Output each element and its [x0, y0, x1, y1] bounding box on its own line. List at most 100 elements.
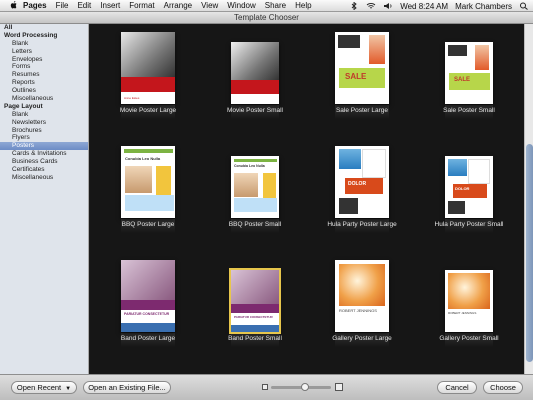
- menu-help[interactable]: Help: [295, 0, 311, 12]
- menu-window[interactable]: Window: [227, 0, 255, 12]
- menu-view[interactable]: View: [201, 0, 218, 12]
- open-recent-button[interactable]: Open Recent ▼: [11, 381, 77, 394]
- template-thumbnail[interactable]: SALE: [445, 42, 493, 104]
- sidebar-category-header[interactable]: All: [0, 24, 88, 32]
- sidebar-item[interactable]: Letters: [0, 48, 88, 56]
- sidebar-item[interactable]: Blank: [0, 111, 88, 119]
- template-thumbnail[interactable]: PARIATUR CONSECTETUR: [229, 268, 281, 334]
- poster-text: ROBERT JENNINGS: [339, 307, 377, 313]
- sidebar-item[interactable]: Resumes: [0, 71, 88, 79]
- large-thumbnail-icon[interactable]: [335, 383, 343, 391]
- template-thumbnail[interactable]: Conubia Leo Nulla: [121, 146, 175, 218]
- sidebar-item[interactable]: Forms: [0, 63, 88, 71]
- choose-button[interactable]: Choose: [483, 381, 523, 394]
- cancel-button[interactable]: Cancel: [437, 381, 477, 394]
- bluetooth-icon[interactable]: [349, 2, 359, 10]
- sidebar-category-header[interactable]: Word Processing: [0, 32, 88, 40]
- template-label: BBQ Poster Large: [121, 221, 175, 228]
- poster-text: DOLOR: [455, 185, 470, 191]
- thumbnail-size-slider[interactable]: [271, 383, 331, 391]
- sidebar-item[interactable]: Certificates: [0, 166, 88, 174]
- poster-text: Anne Estes: [124, 96, 140, 100]
- category-sidebar: All Word Processing Blank Letters Envelopes F…: [0, 24, 89, 374]
- template-item[interactable]: SALE Sale Poster Small: [421, 42, 517, 119]
- menu-edit[interactable]: Edit: [77, 0, 91, 12]
- template-thumbnail[interactable]: Conubia Leo Nulla: [231, 156, 279, 218]
- template-label: Band Poster Large: [120, 335, 176, 342]
- sidebar-item[interactable]: Flyers: [0, 134, 88, 142]
- template-item[interactable]: DOLOR Hula Party Poster Large: [314, 146, 410, 233]
- poster-text: ROBERT JENNINGS: [448, 310, 477, 315]
- template-item[interactable]: ROBERT JENNINGS Gallery Poster Small: [421, 270, 517, 347]
- template-item[interactable]: SALE Sale Poster Large: [314, 32, 410, 119]
- poster-text: PARIATUR CONSECTETUR: [234, 314, 273, 319]
- vertical-scrollbar[interactable]: [524, 24, 533, 374]
- sidebar-item[interactable]: Miscellaneous: [0, 174, 88, 182]
- template-label: Hula Party Poster Large: [327, 221, 397, 228]
- template-item[interactable]: Anne Estes Movie Poster Large: [100, 32, 196, 119]
- bottom-bar: Open Recent ▼ Open an Existing File... Ca…: [0, 374, 533, 400]
- template-item[interactable]: Movie Poster Small: [207, 42, 303, 119]
- menu-format[interactable]: Format: [129, 0, 154, 12]
- sidebar-item[interactable]: Posters: [0, 142, 88, 151]
- menu-app-name[interactable]: Pages: [23, 0, 47, 12]
- template-thumbnail[interactable]: DOLOR: [445, 156, 493, 218]
- template-grid: Anne Estes Movie Poster Large Movie Poster…: [90, 24, 524, 374]
- sidebar-item[interactable]: Cards & Invitations: [0, 150, 88, 158]
- template-thumbnail[interactable]: Anne Estes: [121, 32, 175, 104]
- sidebar-item[interactable]: Reports: [0, 79, 88, 87]
- poster-text: PARIATUR CONSECTETUR: [124, 311, 170, 316]
- template-label: Gallery Poster Large: [332, 335, 392, 342]
- sidebar-item[interactable]: Miscellaneous: [0, 95, 88, 103]
- template-label: Sale Poster Small: [443, 107, 495, 114]
- apple-icon[interactable]: [9, 1, 18, 10]
- sidebar-item[interactable]: Envelopes: [0, 56, 88, 64]
- template-item[interactable]: PARIATUR CONSECTETUR Band Poster Large: [100, 260, 196, 347]
- template-item[interactable]: Conubia Leo Nulla BBQ Poster Small: [207, 156, 303, 233]
- template-label: Movie Poster Large: [119, 107, 177, 114]
- template-item[interactable]: Conubia Leo Nulla BBQ Poster Large: [100, 146, 196, 233]
- sidebar-item[interactable]: Outlines: [0, 87, 88, 95]
- chevron-down-icon: ▼: [65, 386, 72, 392]
- open-recent-label: Open Recent: [16, 383, 62, 392]
- sidebar-item[interactable]: Newsletters: [0, 119, 88, 127]
- template-thumbnail[interactable]: SALE: [335, 32, 389, 104]
- sidebar-item[interactable]: Blank: [0, 40, 88, 48]
- template-item[interactable]: ROBERT JENNINGS Gallery Poster Large: [314, 260, 410, 347]
- volume-icon[interactable]: [383, 2, 393, 10]
- template-thumbnail[interactable]: PARIATUR CONSECTETUR: [121, 260, 175, 332]
- menu-arrange[interactable]: Arrange: [164, 0, 192, 12]
- template-label: Band Poster Small: [228, 335, 282, 342]
- sidebar-item[interactable]: Brochures: [0, 127, 88, 135]
- poster-text: Conubia Leo Nulla: [125, 156, 161, 161]
- template-label: Movie Poster Small: [227, 107, 283, 114]
- template-label: BBQ Poster Small: [228, 221, 282, 228]
- clock[interactable]: Wed 8:24 AM: [400, 2, 448, 11]
- scrollbar-thumb[interactable]: [526, 144, 533, 362]
- poster-text: SALE: [345, 72, 367, 82]
- menu-insert[interactable]: Insert: [100, 0, 120, 12]
- template-item[interactable]: DOLOR Hula Party Poster Small: [421, 156, 517, 233]
- poster-text: SALE: [454, 76, 471, 83]
- menu-share[interactable]: Share: [265, 0, 286, 12]
- menu-bar: Pages File Edit Insert Format Arrange Vi…: [0, 0, 533, 12]
- template-thumbnail[interactable]: ROBERT JENNINGS: [335, 260, 389, 332]
- window-title: Template Chooser: [0, 12, 533, 24]
- small-thumbnail-icon[interactable]: [262, 384, 268, 390]
- sidebar-category-header[interactable]: Page Layout: [0, 103, 88, 111]
- template-label: Sale Poster Large: [335, 107, 389, 114]
- open-existing-file-button[interactable]: Open an Existing File...: [83, 381, 171, 394]
- menu-extras: Wed 8:24 AM Mark Chambers: [349, 0, 529, 12]
- template-thumbnail[interactable]: DOLOR: [335, 146, 389, 218]
- sidebar-item[interactable]: Business Cards: [0, 158, 88, 166]
- template-item[interactable]: PARIATUR CONSECTETUR Band Poster Small: [207, 268, 303, 347]
- template-label: Gallery Poster Small: [439, 335, 499, 342]
- user-name[interactable]: Mark Chambers: [455, 2, 512, 11]
- menu-file[interactable]: File: [56, 0, 69, 12]
- wifi-icon[interactable]: [366, 2, 376, 10]
- template-thumbnail[interactable]: [231, 42, 279, 104]
- template-thumbnail[interactable]: ROBERT JENNINGS: [445, 270, 493, 332]
- spotlight-search-icon[interactable]: [519, 2, 529, 10]
- slider-knob[interactable]: [301, 383, 309, 391]
- poster-text: Conubia Leo Nulla: [234, 164, 265, 168]
